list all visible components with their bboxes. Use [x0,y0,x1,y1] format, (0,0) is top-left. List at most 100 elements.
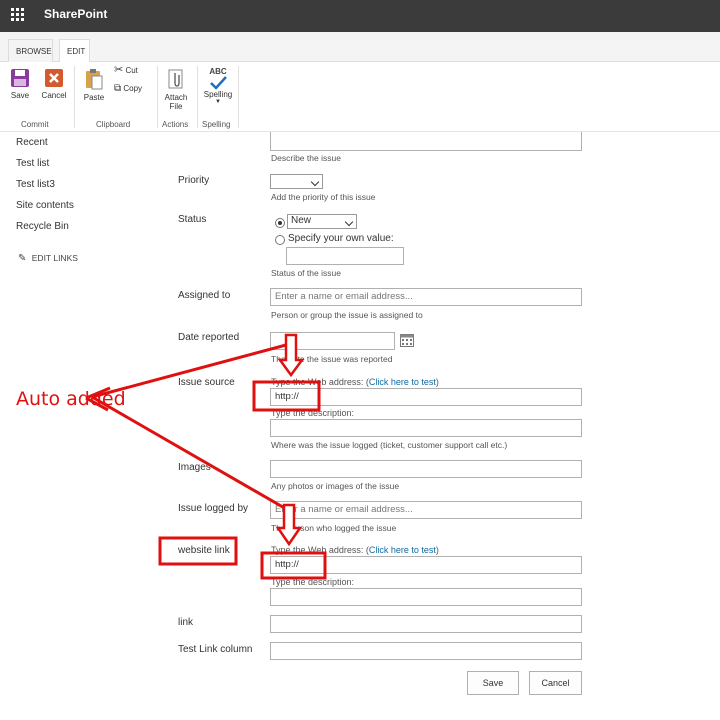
assigned-to-input[interactable]: Enter a name or email address... [270,288,582,306]
priority-select[interactable] [270,174,323,189]
date-reported-label: Date reported [178,332,240,343]
tab-edit[interactable]: EDIT [59,39,90,63]
edit-links[interactable]: ✎ EDIT LINKS [18,253,78,264]
calendar-icon[interactable] [400,334,414,347]
divider [157,66,158,128]
website-link-desc-label: Type the description: [271,577,355,587]
priority-hint: Add the priority of this issue [271,192,376,202]
nav-item-test-list[interactable]: Test list [16,158,49,169]
spelling-button[interactable]: ABC Spelling ▼ [201,67,235,105]
copy-button[interactable]: ⧉ Copy [114,84,142,96]
cancel-button[interactable]: Cancel [529,671,582,695]
attach-label-2: File [169,102,183,111]
annotation-text: Auto added [16,388,126,410]
status-custom-label: Specify your own value: [288,233,394,244]
issue-source-test-link[interactable]: Click here to test [369,377,436,387]
assigned-to-placeholder: Enter a name or email address... [275,291,413,302]
priority-label: Priority [178,175,210,186]
ribbon-tabs: BROWSE EDIT [0,32,720,63]
chevron-down-icon: ▼ [215,99,221,105]
paste-icon [86,69,103,90]
copy-icon: ⧉ [114,83,122,94]
save-icon [11,69,29,87]
app-title[interactable]: SharePoint [44,7,107,21]
cut-label: Cut [125,66,138,75]
divider [197,66,198,128]
group-commit: Commit [21,120,49,129]
link-input[interactable] [270,615,582,633]
spelling-label: Spelling [203,90,233,99]
images-hint: Any photos or images of the issue [271,481,400,491]
website-link-test-link[interactable]: Click here to test [369,545,436,555]
paperclip-icon [168,69,183,89]
assigned-to-label: Assigned to [178,290,231,301]
divider [238,66,239,128]
test-link-column-label: Test Link column [178,644,253,655]
description-textarea[interactable] [270,132,582,151]
issue-source-hint: Where was the issue logged (ticket, cust… [271,440,508,450]
description-hint: Describe the issue [271,153,341,163]
issue-source-web-prefix: Type the Web address: ( [271,377,369,387]
chevron-down-icon [344,217,354,227]
nav-item-site-contents[interactable]: Site contents [16,200,74,211]
link-label: link [178,617,194,628]
issue-source-web-label: Type the Web address: (Click here to tes… [271,377,439,387]
website-link-url-value: http:// [275,559,299,570]
issue-source-url-input[interactable]: http:// [270,388,582,406]
website-link-web-label: Type the Web address: (Click here to tes… [271,545,439,555]
divider [74,66,75,128]
attach-label-1: Attach [164,93,188,102]
website-link-web-prefix: Type the Web address: ( [271,545,369,555]
cancel-icon [45,69,63,87]
website-link-url-input[interactable]: http:// [270,556,582,574]
status-custom-input[interactable] [286,247,404,265]
test-link-column-input[interactable] [270,642,582,660]
issue-logged-by-input[interactable]: Enter a name or email address... [270,501,582,519]
suite-bar: SharePoint [0,0,720,32]
group-clipboard: Clipboard [96,120,131,129]
spelling-abc: ABC [209,67,227,76]
tab-browse[interactable]: BROWSE [8,39,53,62]
nav-item-recent[interactable]: Recent [16,137,48,148]
paste-button[interactable]: Paste [80,68,108,102]
status-custom-radio[interactable] [275,235,285,245]
images-input[interactable] [270,460,582,478]
save-button[interactable]: Save [6,68,34,100]
ribbon: Save Cancel Commit Paste ✂ Cut ⧉ Copy Cl… [0,62,720,132]
copy-label: Copy [123,84,143,93]
website-link-label: website link [178,545,230,556]
website-link-web-suffix: ) [435,545,439,555]
pencil-icon: ✎ [18,253,27,264]
issue-logged-by-label: Issue logged by [178,503,249,514]
nav-item-test-list3[interactable]: Test list3 [16,179,55,190]
status-select[interactable]: New [287,214,357,229]
status-hint: Status of the issue [271,268,341,278]
issue-source-desc-input[interactable] [270,419,582,437]
annotation-line-lower [91,395,289,512]
status-value: New [291,215,312,226]
scissors-icon: ✂ [114,64,124,76]
date-reported-hint: The date the issue was reported [271,354,393,364]
cancel-ribbon-button[interactable]: Cancel [40,68,68,100]
images-label: Images [178,462,211,473]
issue-source-web-suffix: ) [435,377,439,387]
date-reported-input[interactable] [270,332,395,350]
status-choice-radio[interactable] [275,218,285,228]
edit-links-label: EDIT LINKS [31,253,78,263]
assigned-to-hint: Person or group the issue is assigned to [271,310,423,320]
save-label: Save [10,91,30,100]
cancel-label: Cancel [41,91,67,100]
save-button[interactable]: Save [467,671,519,695]
attach-file-button[interactable]: Attach File [161,68,191,111]
issue-source-desc-label: Type the description: [271,408,355,418]
issue-source-label: Issue source [178,377,235,388]
cut-button[interactable]: ✂ Cut [114,64,138,78]
waffle-icon[interactable] [11,8,25,22]
group-actions: Actions [162,120,189,129]
issue-logged-by-hint: The person who logged the issue [271,523,397,533]
website-link-desc-input[interactable] [270,588,582,606]
nav-item-recycle-bin[interactable]: Recycle Bin [16,221,69,232]
issue-logged-by-placeholder: Enter a name or email address... [275,504,413,515]
status-label: Status [178,214,207,225]
issue-source-url-value: http:// [275,391,299,402]
